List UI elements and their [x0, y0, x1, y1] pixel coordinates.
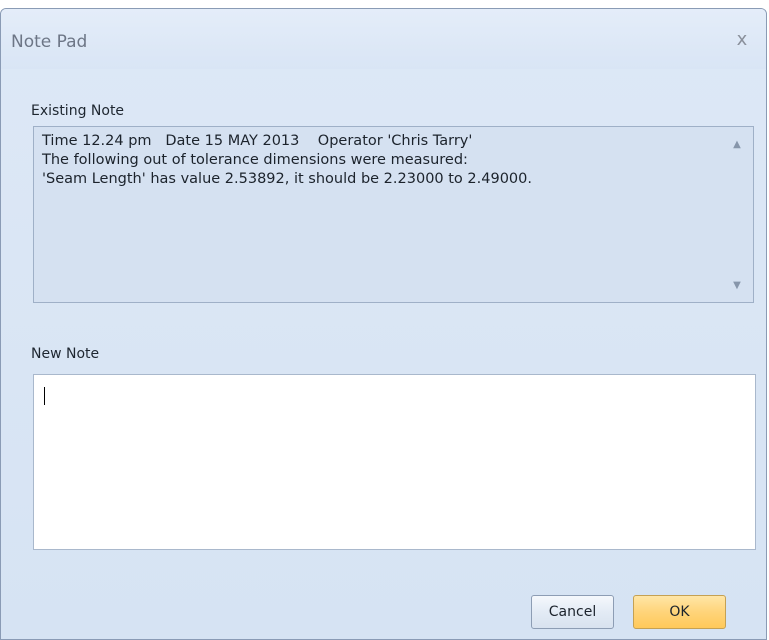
close-icon[interactable]: x [732, 29, 752, 51]
existing-note-scrollbar[interactable]: ▲ ▼ [721, 127, 753, 302]
existing-note-label: Existing Note [31, 103, 125, 119]
existing-note-line: 'Seam Length' has value 2.53892, it shou… [42, 171, 532, 187]
existing-note-line: Time 12.24 pm Date 15 MAY 2013 Operator … [42, 133, 473, 149]
scroll-up-arrow-icon[interactable]: ▲ [721, 139, 753, 157]
existing-note-text: Time 12.24 pm Date 15 MAY 2013 Operator … [42, 132, 722, 189]
cancel-button[interactable]: Cancel [531, 595, 614, 629]
new-note-input[interactable] [34, 375, 755, 549]
new-note-field[interactable] [33, 374, 756, 550]
title-bar[interactable]: Note Pad x [1, 9, 766, 69]
new-note-label: New Note [31, 346, 100, 362]
ok-button[interactable]: OK [633, 595, 726, 629]
existing-note-line: The following out of tolerance dimension… [42, 152, 468, 168]
text-cursor [44, 387, 45, 405]
window-title: Note Pad [11, 32, 88, 52]
note-pad-dialog: Note Pad x Existing Note Time 12.24 pm D… [0, 8, 767, 640]
scroll-down-arrow-icon[interactable]: ▼ [721, 280, 753, 298]
existing-note-textbox[interactable]: Time 12.24 pm Date 15 MAY 2013 Operator … [33, 126, 754, 303]
